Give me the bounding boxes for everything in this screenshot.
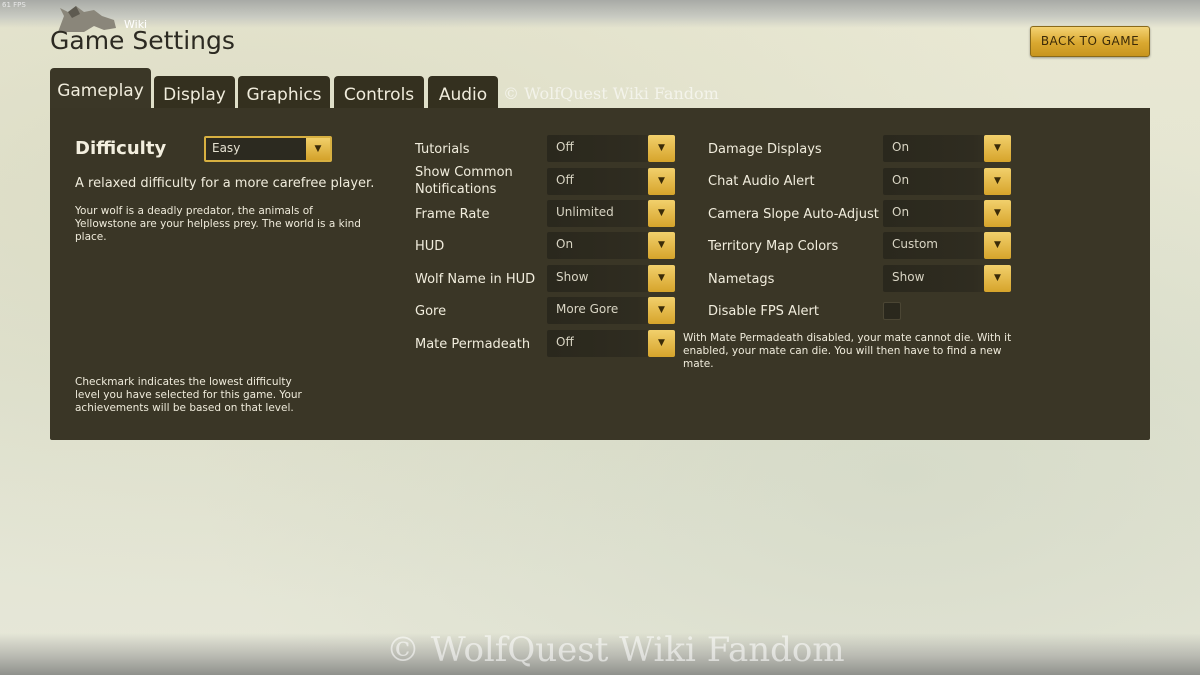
chevron-down-icon: ▼ (648, 297, 675, 324)
chevron-down-icon: ▼ (648, 265, 675, 292)
tab-gameplay[interactable]: Gameplay (50, 68, 151, 108)
gore-value: More Gore (556, 302, 619, 316)
notifications-value: Off (556, 173, 574, 187)
nametags-value: Show (892, 270, 925, 284)
chevron-down-icon: ▼ (648, 135, 675, 162)
camera-slope-value: On (892, 205, 910, 219)
chat-audio-alert-label: Chat Audio Alert (708, 174, 815, 189)
tab-controls[interactable]: Controls (334, 76, 424, 108)
tutorials-label: Tutorials (415, 142, 470, 157)
tab-audio[interactable]: Audio (428, 76, 498, 108)
frame-rate-label: Frame Rate (415, 207, 490, 222)
wolf-name-hud-label: Wolf Name in HUD (415, 272, 536, 287)
damage-displays-value: On (892, 140, 910, 154)
chevron-down-icon: ▼ (648, 168, 675, 195)
territory-map-colors-value: Custom (892, 237, 938, 251)
disable-fps-alert-checkbox[interactable] (883, 302, 901, 320)
tutorials-dropdown[interactable]: Off ▼ (547, 135, 675, 162)
mate-permadeath-value: Off (556, 335, 574, 349)
chevron-down-icon: ▼ (648, 330, 675, 357)
damage-displays-dropdown[interactable]: On ▼ (883, 135, 1011, 162)
difficulty-note: Checkmark indicates the lowest difficult… (75, 376, 302, 414)
difficulty-label: Difficulty (75, 138, 167, 159)
frame-rate-dropdown[interactable]: Unlimited ▼ (547, 200, 675, 227)
top-scenery (0, 0, 1200, 28)
fps-counter: 61 FPS (2, 1, 26, 9)
territory-map-colors-dropdown[interactable]: Custom ▼ (883, 232, 1011, 259)
wolf-name-hud-dropdown[interactable]: Show ▼ (547, 265, 675, 292)
chevron-down-icon: ▼ (984, 135, 1011, 162)
chat-audio-alert-dropdown[interactable]: On ▼ (883, 168, 1011, 195)
chevron-down-icon: ▼ (648, 200, 675, 227)
gore-label: Gore (415, 304, 447, 319)
chevron-down-icon: ▼ (648, 232, 675, 259)
watermark-bottom: © WolfQuest Wiki Fandom (386, 630, 845, 670)
tab-graphics[interactable]: Graphics (238, 76, 330, 108)
notifications-dropdown[interactable]: Off ▼ (547, 168, 675, 195)
wolf-name-hud-value: Show (556, 270, 589, 284)
chevron-down-icon: ▼ (984, 200, 1011, 227)
difficulty-value: Easy (212, 141, 241, 155)
damage-displays-label: Damage Displays (708, 142, 822, 157)
page-title: Game Settings (50, 26, 235, 55)
tutorials-value: Off (556, 140, 574, 154)
chevron-down-icon: ▼ (306, 138, 330, 160)
difficulty-summary: A relaxed difficulty for a more carefree… (75, 176, 375, 191)
chevron-down-icon: ▼ (984, 232, 1011, 259)
tab-display[interactable]: Display (154, 76, 235, 108)
disable-fps-alert-label: Disable FPS Alert (708, 304, 820, 319)
mate-permadeath-note: With Mate Permadeath disabled, your mate… (683, 332, 1012, 370)
territory-map-colors-label: Territory Map Colors (708, 239, 839, 254)
watermark: © WolfQuest Wiki Fandom (503, 84, 719, 103)
difficulty-select[interactable]: Easy ▼ (204, 136, 332, 162)
hud-value: On (556, 237, 574, 251)
chevron-down-icon: ▼ (984, 168, 1011, 195)
chevron-down-icon: ▼ (984, 265, 1011, 292)
nametags-dropdown[interactable]: Show ▼ (883, 265, 1011, 292)
camera-slope-label: Camera Slope Auto-Adjust (708, 207, 879, 222)
hud-dropdown[interactable]: On ▼ (547, 232, 675, 259)
gore-dropdown[interactable]: More Gore ▼ (547, 297, 675, 324)
mate-permadeath-label: Mate Permadeath (415, 337, 531, 352)
mate-permadeath-dropdown[interactable]: Off ▼ (547, 330, 675, 357)
notifications-label: Show Common Notifications (415, 165, 513, 197)
nametags-label: Nametags (708, 272, 775, 287)
hud-label: HUD (415, 239, 445, 254)
difficulty-description: Your wolf is a deadly predator, the anim… (75, 205, 361, 243)
camera-slope-dropdown[interactable]: On ▼ (883, 200, 1011, 227)
frame-rate-value: Unlimited (556, 205, 614, 219)
chat-audio-alert-value: On (892, 173, 910, 187)
back-to-game-button[interactable]: BACK TO GAME (1030, 26, 1150, 57)
